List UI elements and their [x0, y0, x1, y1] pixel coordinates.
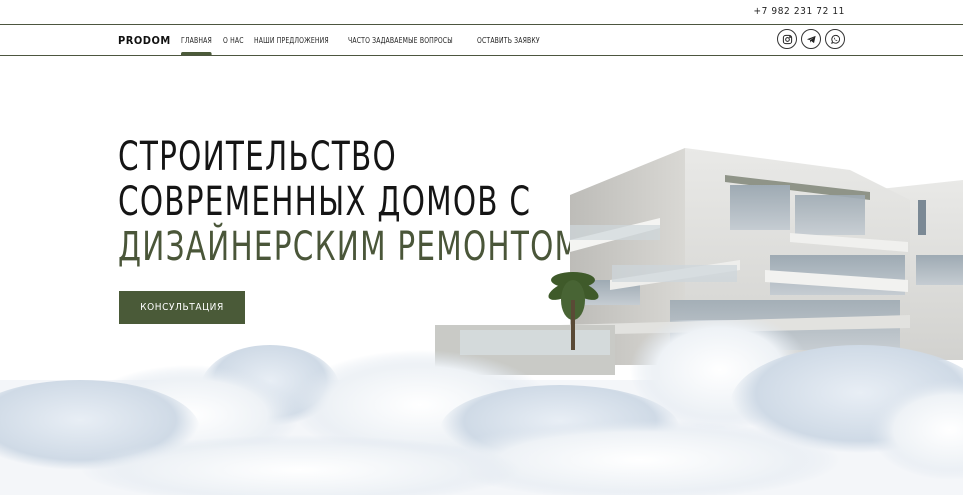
clouds-decoration [0, 320, 963, 495]
logo[interactable]: PRODOM [118, 34, 171, 47]
nav-item-home[interactable]: ГЛАВНАЯ [181, 36, 213, 55]
nav-item-offers[interactable]: НАШИ ПРЕДЛОЖЕНИЯ [254, 36, 329, 45]
social-links [777, 29, 845, 49]
nav-item-about[interactable]: О НАС [223, 36, 244, 45]
phone-number[interactable]: +7 982 231 72 11 [753, 6, 845, 17]
telegram-icon[interactable] [801, 29, 821, 49]
main-nav: ГЛАВНАЯ О НАС НАШИ ПРЕДЛОЖЕНИЯ ЧАСТО ЗАД… [181, 36, 547, 55]
whatsapp-icon[interactable] [825, 29, 845, 49]
navbar: PRODOM ГЛАВНАЯ О НАС НАШИ ПРЕДЛОЖЕНИЯ ЧА… [0, 24, 963, 56]
top-bar: +7 982 231 72 11 [0, 0, 963, 24]
instagram-icon[interactable] [777, 29, 797, 49]
nav-item-request[interactable]: ОСТАВИТЬ ЗАЯВКУ [477, 36, 540, 45]
nav-item-faq[interactable]: ЧАСТО ЗАДАВАЕМЫЕ ВОПРОСЫ [348, 36, 453, 45]
